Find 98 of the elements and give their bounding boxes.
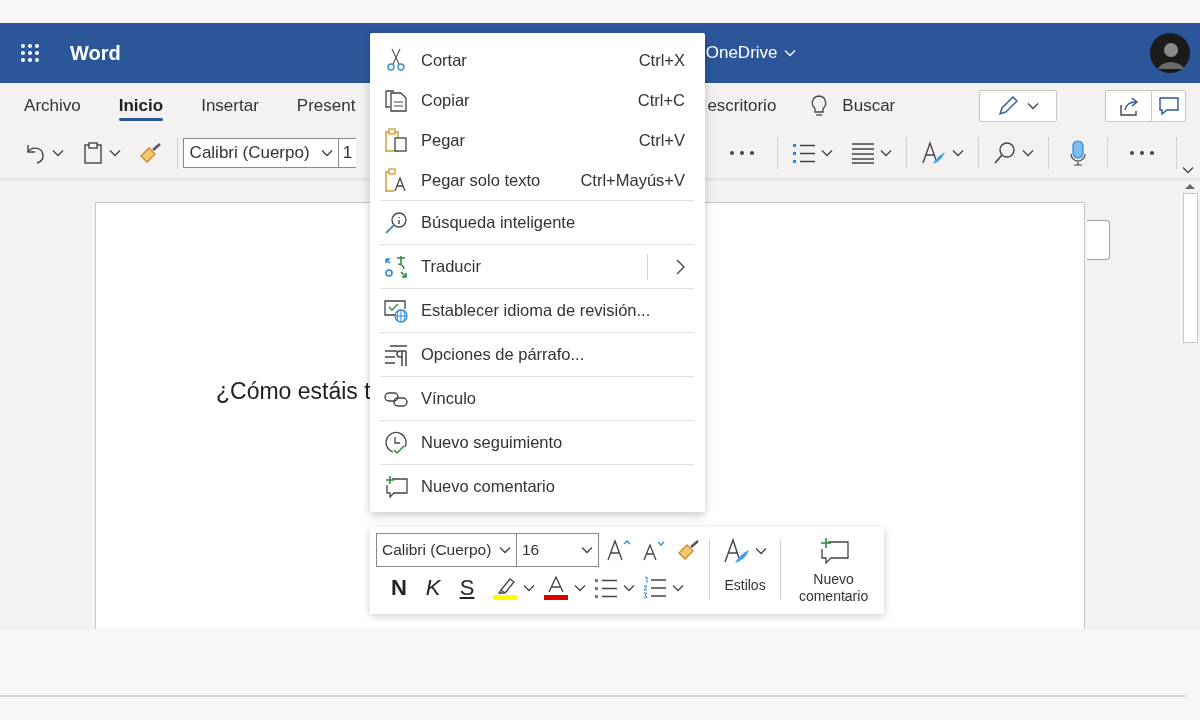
font-field[interactable]: Calibri (Cuerpo)	[376, 533, 517, 567]
chevron-down-icon	[574, 584, 586, 592]
menu-row[interactable]: Pegar Ctrl+V	[370, 120, 705, 160]
menu-item[interactable]: Pegar	[421, 130, 466, 150]
font-color-icon[interactable]	[543, 576, 569, 600]
shrink-font-icon[interactable]	[643, 539, 665, 561]
clipboard-icon[interactable]	[81, 141, 104, 165]
menu-row[interactable]: Nuevo seguimiento	[370, 421, 705, 464]
collapse-ribbon-icon[interactable]	[1182, 166, 1194, 174]
shortcut-label: Ctrl+Mayús+V	[580, 170, 685, 190]
ribbon-tab[interactable]: Archivo	[24, 83, 81, 128]
chevron-down-icon	[499, 546, 511, 554]
shortcut-label: Ctrl+V	[638, 130, 685, 150]
ribbon-tab[interactable]: Present	[296, 83, 356, 128]
bullet-list-icon[interactable]	[594, 577, 618, 599]
follow-up-clock-icon	[384, 430, 408, 455]
menu-item[interactable]: Nuevo comentario	[421, 477, 555, 496]
bullet-list-icon[interactable]	[792, 142, 817, 164]
menu-row[interactable]: Traducir	[370, 245, 705, 288]
menu-item[interactable]: Nuevo seguimiento	[421, 433, 563, 452]
menu-item[interactable]: Pegar solo texto	[421, 170, 541, 190]
more-icon[interactable]	[1129, 150, 1155, 156]
menu-row[interactable]: Opciones de párrafo...	[370, 333, 705, 376]
new-comment-label[interactable]: Nuevo comentario	[789, 571, 878, 605]
format-painter-icon[interactable]	[677, 539, 701, 561]
menu-item[interactable]: Copiar	[421, 90, 470, 110]
comments-button[interactable]	[1151, 89, 1186, 122]
file-location[interactable]: OneDrive	[705, 43, 778, 63]
more-icon[interactable]	[728, 150, 755, 156]
comment-marker[interactable]	[1087, 220, 1110, 260]
align-icon[interactable]	[851, 142, 876, 164]
menu-row[interactable]: Cortar Ctrl+X	[370, 40, 705, 80]
styles-label[interactable]: Estilos	[724, 577, 766, 593]
menu-row[interactable]: Establecer idioma de revisión...	[370, 289, 705, 332]
styles-icon[interactable]	[921, 140, 948, 166]
shortcut-label: Ctrl+C	[637, 90, 685, 110]
scroll-up-icon[interactable]	[1185, 183, 1195, 189]
document-text: ¿Cómo estáis t	[216, 378, 371, 405]
menu-row[interactable]: Vínculo	[370, 377, 705, 420]
menu-row[interactable]: Pegar solo texto Ctrl+Mayús+V	[370, 160, 705, 200]
ribbon-link[interactable]: escritorio	[707, 95, 777, 116]
editing-mode-button[interactable]	[979, 89, 1057, 122]
menu-item[interactable]: Vínculo	[421, 389, 477, 408]
highlighter-icon[interactable]	[492, 576, 518, 600]
menu-item[interactable]: Búsqueda inteligente	[421, 213, 576, 232]
chevron-down-icon	[755, 547, 768, 555]
chevron-down-icon[interactable]	[783, 49, 796, 57]
copy-icon	[384, 88, 408, 112]
paste-icon	[384, 128, 408, 152]
menu-item[interactable]: Cortar	[421, 50, 467, 70]
font-field[interactable]: Calibri (Cuerpo)	[182, 138, 339, 168]
chevron-down-icon	[320, 149, 333, 157]
ribbon-tab[interactable]: Insertar	[201, 83, 259, 128]
chevron-down-icon	[108, 149, 121, 157]
chevron-down-icon	[821, 149, 834, 157]
new-comment-icon	[384, 474, 408, 499]
menu-row[interactable]: Nuevo comentario	[370, 465, 705, 508]
search-icon[interactable]	[993, 141, 1018, 165]
chevron-down-icon	[581, 546, 593, 554]
format-painter-icon[interactable]	[138, 142, 163, 164]
chevron-down-icon	[952, 149, 965, 157]
chevron-down-icon	[623, 584, 635, 592]
ribbon-tab[interactable]: Inicio	[118, 83, 164, 128]
bold-button[interactable]: N	[382, 575, 416, 601]
font-size-field[interactable]: 16	[517, 533, 599, 567]
menu-item[interactable]: Opciones de párrafo...	[421, 345, 585, 364]
grow-font-icon[interactable]	[607, 538, 631, 562]
share-button[interactable]	[1104, 89, 1154, 122]
search-label[interactable]: Buscar	[842, 95, 896, 116]
menu-item[interactable]: Establecer idioma de revisión...	[421, 301, 651, 320]
numbered-list-icon[interactable]	[643, 576, 667, 600]
styles-icon[interactable]	[723, 537, 752, 565]
language-globe-icon	[384, 298, 408, 323]
app-launcher-icon[interactable]	[20, 43, 40, 63]
chevron-down-icon	[1027, 101, 1040, 110]
menu-row[interactable]: Búsqueda inteligente	[370, 201, 705, 244]
chevron-right-icon[interactable]	[675, 258, 685, 275]
app-name: Word	[70, 41, 121, 65]
comment-icon	[1157, 95, 1180, 116]
lightbulb-icon	[810, 93, 829, 118]
scissors-icon	[384, 48, 408, 72]
paste-text-icon	[384, 168, 408, 192]
microphone-icon[interactable]	[1070, 140, 1087, 166]
shortcut-label: Ctrl+X	[638, 50, 685, 70]
pencil-icon	[997, 94, 1020, 117]
smart-lookup-icon	[384, 210, 408, 235]
menu-item[interactable]: Traducir	[421, 257, 481, 276]
scrollbar-thumb[interactable]	[1182, 193, 1198, 343]
chevron-down-icon	[1022, 149, 1035, 157]
underline-button[interactable]: S	[450, 575, 484, 601]
avatar[interactable]	[1150, 33, 1190, 73]
chevron-down-icon	[672, 584, 684, 592]
menu-row[interactable]: Copiar Ctrl+C	[370, 80, 705, 120]
chevron-down-icon	[51, 149, 64, 157]
chevron-down-icon	[880, 149, 893, 157]
chevron-down-icon	[523, 584, 535, 592]
italic-button[interactable]: K	[416, 575, 450, 601]
paragraph-icon	[384, 342, 408, 367]
